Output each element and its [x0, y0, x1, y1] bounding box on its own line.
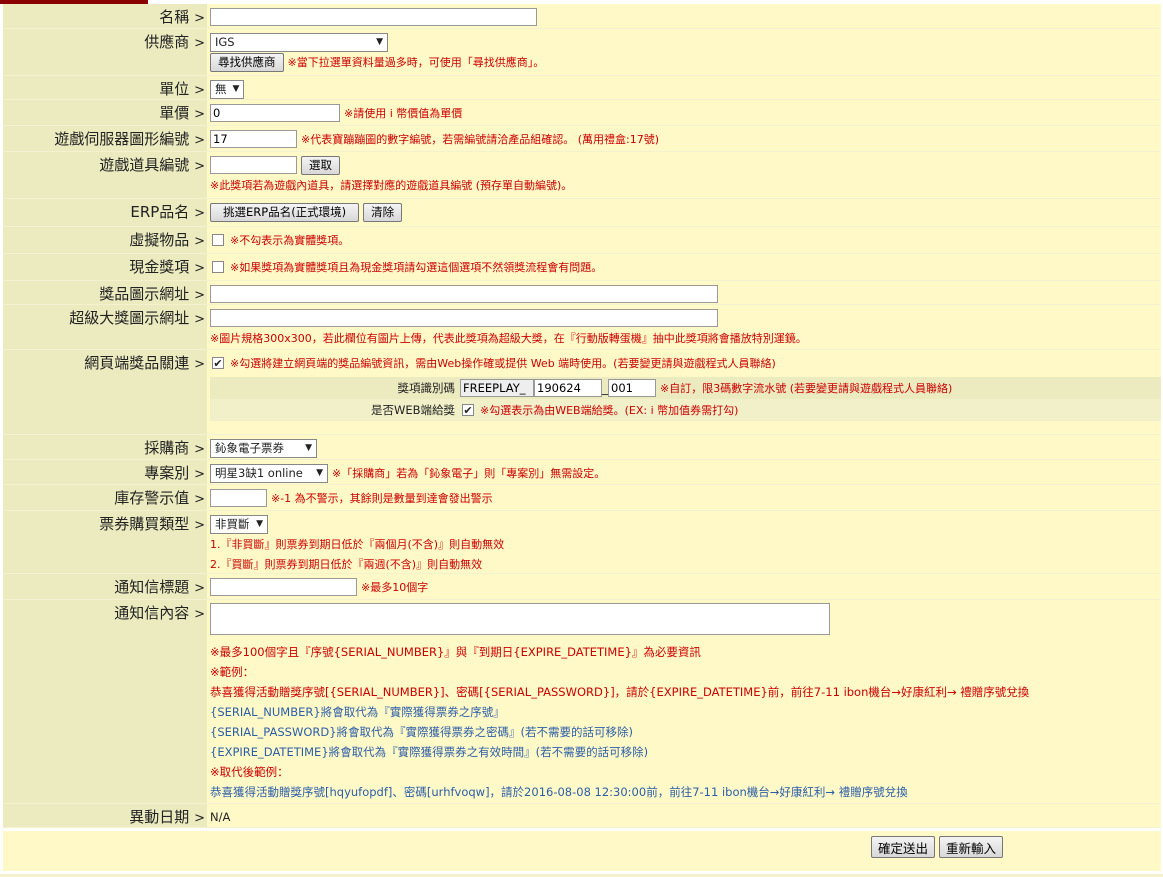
row-supplier: 供應商 > IGS ▼ 尋找供應商 ※當下拉選單資料量過多時，可使用「尋找供應商」…: [3, 29, 1161, 76]
row-label: 現金獎項 >: [3, 254, 207, 280]
award-code-suffix-input[interactable]: [608, 379, 656, 397]
row-label: 遊戲道具編號 >: [3, 152, 207, 198]
row-prize-image: 獎品圖示網址 >: [3, 281, 1161, 305]
web-link-note: ※勾選將建立網頁端的獎品編號資訊，需由Web操作確或提供 Web 端時使用。(若…: [230, 357, 776, 370]
item-code-note: ※此獎項若為遊戲內道具，請選擇對應的遊戲道具編號 (預存單自動編號)。: [210, 179, 573, 192]
row-label: 供應商 >: [3, 29, 207, 75]
row-label: 網頁端獎品關連 >: [3, 350, 207, 434]
chevron-down-icon: ▼: [232, 84, 240, 94]
server-icon-input[interactable]: [210, 130, 297, 148]
row-label: 單價 >: [3, 100, 207, 125]
grand-prize-image-input[interactable]: [210, 309, 718, 327]
web-award-checkbox[interactable]: ✔: [462, 404, 474, 416]
mail-content-line: 恭喜獲得活動贈獎序號[hqyufopdf]、密碼[urhfvoqw]，請於201…: [210, 785, 908, 799]
row-price: 單價 > ※請使用 i 幣價值為單價: [3, 100, 1161, 126]
row-label: 遊戲伺服器圖形編號 >: [3, 126, 207, 151]
find-supplier-button[interactable]: 尋找供應商: [210, 52, 284, 72]
row-mail-content: 通知信內容 > ※最多100個字且『序號{SERIAL_NUMBER}』與『到期…: [3, 600, 1161, 804]
supplier-note: ※當下拉選單資料量過多時，可使用「尋找供應商」。: [287, 56, 545, 69]
web-award-note: ※勾選表示為由WEB端給獎。(EX: i 幣加值券需打勾): [480, 404, 739, 417]
row-project: 專案別 > 明星3缺1 online ▼ ※「採購商」若為「鈊象電子」則「專案別」…: [3, 460, 1161, 485]
ticket-type-note-1: 1.『非買斷』則票券到期日低於『兩個月(不含)』則自動無效: [210, 538, 505, 551]
row-label: 異動日期 >: [3, 804, 207, 827]
row-erp: ERP品名 > 挑選ERP品名(正式環境) 清除: [3, 199, 1161, 227]
row-change-date: 異動日期 > N/A: [3, 804, 1161, 828]
row-server-icon: 遊戲伺服器圖形編號 > ※代表寶蹦蹦圖的數字編號，若需編號請洽產品組確認。 (萬…: [3, 126, 1161, 152]
row-label: 專案別 >: [3, 460, 207, 484]
price-note: ※請使用 i 幣價值為單價: [344, 107, 463, 120]
chevron-down-icon: ▼: [305, 443, 312, 453]
virtual-checkbox[interactable]: [212, 234, 224, 246]
web-link-checkbox[interactable]: ✔: [212, 357, 224, 369]
clear-erp-button[interactable]: 清除: [363, 202, 403, 222]
award-code-prefix: [460, 379, 534, 397]
row-label: 票券購買類型 >: [3, 511, 207, 573]
row-label: 庫存警示值 >: [3, 485, 207, 510]
mail-content-textarea[interactable]: [210, 603, 830, 635]
row-label: 超級大獎圖示網址 >: [3, 305, 207, 349]
mail-content-line: {EXPIRE_DATETIME}將會取代為『實際獲得票券之有效時間』(若不需要…: [210, 745, 649, 759]
row-label: 獎品圖示網址 >: [3, 281, 207, 304]
ticket-type-note-2: 2.『買斷』則票券到期日低於『兩週(不含)』則自動無效: [210, 558, 483, 571]
grand-prize-note: ※圖片規格300x300，若此欄位有圖片上傳，代表此獎項為超級大獎，在『行動版轉…: [210, 332, 807, 345]
row-name: 名稱 >: [3, 4, 1161, 29]
row-web-link: 網頁端獎品關連 > ✔ ※勾選將建立網頁端的獎品編號資訊，需由Web操作確或提供…: [3, 350, 1161, 435]
row-item-code: 遊戲道具編號 > 選取 ※此獎項若為遊戲內道具，請選擇對應的遊戲道具編號 (預存…: [3, 152, 1161, 199]
row-ticket-type: 票券購買類型 > 非買斷 ▼ 1.『非買斷』則票券到期日低於『兩個月(不含)』則自…: [3, 511, 1161, 574]
server-icon-note: ※代表寶蹦蹦圖的數字編號，若需編號請洽產品組確認。 (萬用禮盒:17號): [301, 133, 659, 146]
mail-content-line: ※取代後範例：: [210, 765, 289, 779]
prize-image-input[interactable]: [210, 285, 718, 303]
project-select[interactable]: 明星3缺1 online ▼: [210, 463, 328, 483]
row-purchaser: 採購商 > 鈊象電子票券 ▼: [3, 435, 1161, 460]
web-award-label: 是否WEB端給獎: [370, 403, 455, 417]
name-input[interactable]: [210, 8, 537, 26]
change-date-value: N/A: [210, 810, 231, 824]
mail-content-line: ※範例：: [210, 665, 255, 679]
row-label: 採購商 >: [3, 435, 207, 459]
mail-content-line: 恭喜獲得活動贈獎序號[{SERIAL_NUMBER}]、密碼[{SERIAL_P…: [210, 685, 1030, 699]
row-label: ERP品名 >: [3, 199, 207, 226]
row-stock-alert: 庫存警示值 > ※-1 為不警示，其餘則是數量到達會發出警示: [3, 485, 1161, 511]
chevron-down-icon: ▼: [256, 519, 263, 529]
mail-content-line: ※最多100個字且『序號{SERIAL_NUMBER}』與『到期日{EXPIRE…: [210, 645, 701, 659]
unit-select[interactable]: 無 ▼: [210, 79, 244, 99]
project-note: ※「採購商」若為「鈊象電子」則「專案別」無需設定。: [332, 467, 606, 480]
mail-title-input[interactable]: [210, 578, 357, 596]
row-virtual: 虛擬物品 > ※不勾表示為實體獎項。: [3, 227, 1161, 254]
cash-checkbox[interactable]: [212, 261, 224, 273]
row-grand-prize-image: 超級大獎圖示網址 > ※圖片規格300x300，若此欄位有圖片上傳，代表此獎項為…: [3, 305, 1161, 350]
award-code-label: 獎項識別碼: [397, 381, 456, 395]
row-label: 虛擬物品 >: [3, 227, 207, 253]
row-label: 單位 >: [3, 76, 207, 99]
select-item-button[interactable]: 選取: [301, 155, 340, 175]
row-cash: 現金獎項 > ※如果獎項為實體獎項且為現金獎項請勾選這個選項不然領獎流程會有問題…: [3, 254, 1161, 281]
row-unit: 單位 > 無 ▼: [3, 76, 1161, 100]
purchaser-select[interactable]: 鈊象電子票券 ▼: [210, 438, 317, 458]
price-input[interactable]: [210, 104, 340, 122]
form-footer: 確定送出 重新輸入: [3, 831, 1161, 871]
stock-alert-input[interactable]: [210, 489, 267, 507]
row-label: 通知信標題 >: [3, 574, 207, 599]
stock-alert-note: ※-1 為不警示，其餘則是數量到達會發出警示: [271, 492, 493, 505]
award-code-note: ※自訂，限3碼數字流水號 (若要變更請與遊戲程式人員聯絡): [660, 382, 953, 395]
item-edit-form: 名稱 > 供應商 > IGS ▼ 尋找供應商 ※當下拉選單資料量過多時，可使用「尋…: [3, 4, 1161, 828]
supplier-select[interactable]: IGS ▼: [210, 32, 388, 52]
chevron-down-icon: ▼: [376, 37, 383, 47]
row-label: 通知信內容 >: [3, 600, 207, 803]
award-code-date[interactable]: [534, 379, 602, 397]
item-code-input[interactable]: [210, 156, 297, 174]
ticket-type-select[interactable]: 非買斷 ▼: [210, 514, 268, 534]
reset-button[interactable]: 重新輸入: [939, 836, 1004, 858]
row-mail-title: 通知信標題 > ※最多10個字: [3, 574, 1161, 600]
mail-content-line: {SERIAL_NUMBER}將會取代為『實際獲得票券之序號』: [210, 705, 505, 719]
row-label: 名稱 >: [3, 4, 207, 28]
web-link-subtable: 獎項識別碼 _ ※自訂，限3碼數字流水號 (若要變更請與遊戲程式人員聯絡) 是否…: [210, 377, 1161, 421]
pick-erp-button[interactable]: 挑選ERP品名(正式環境): [210, 202, 360, 222]
submit-button[interactable]: 確定送出: [871, 836, 936, 858]
cash-note: ※如果獎項為實體獎項且為現金獎項請勾選這個選項不然領獎流程會有問題。: [230, 261, 603, 274]
mail-content-line: {SERIAL_PASSWORD}將會取代為『實際獲得票券之密碼』(若不需要的話…: [210, 725, 634, 739]
chevron-down-icon: ▼: [316, 468, 323, 478]
mail-title-note: ※最多10個字: [361, 581, 429, 594]
virtual-note: ※不勾表示為實體獎項。: [230, 234, 350, 247]
